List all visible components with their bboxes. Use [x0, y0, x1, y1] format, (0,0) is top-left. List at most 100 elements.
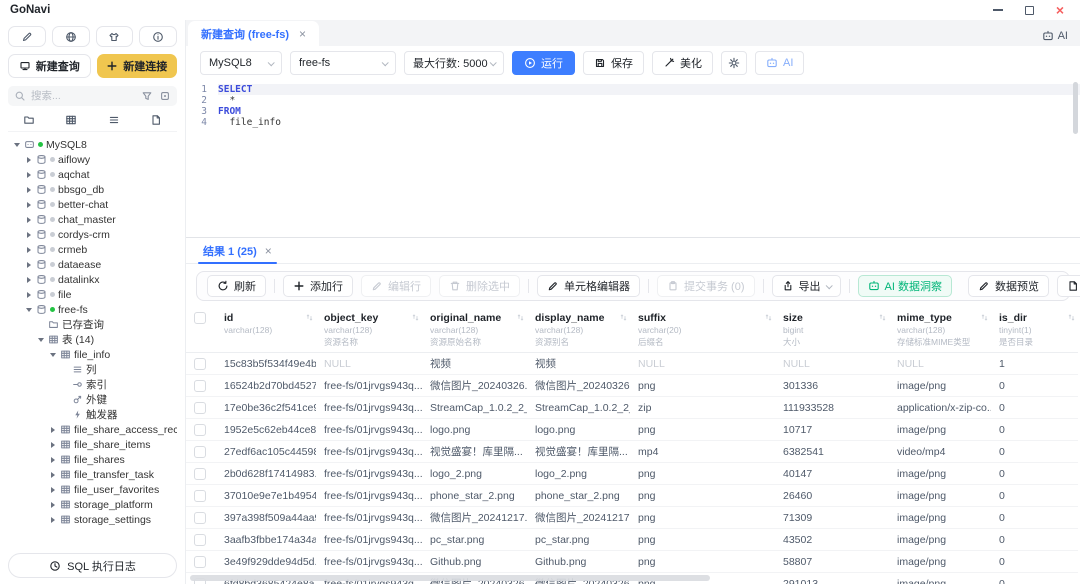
- ai-assist-button[interactable]: AI: [755, 51, 804, 75]
- chevron-right-icon[interactable]: [24, 230, 33, 239]
- minimize-icon[interactable]: [993, 9, 1003, 11]
- editor-scrollbar[interactable]: [1073, 82, 1078, 134]
- info-button[interactable]: [139, 26, 177, 47]
- tree-item-file_share_items[interactable]: file_share_items: [8, 437, 177, 452]
- row-checkbox[interactable]: [194, 446, 206, 458]
- chevron-right-icon[interactable]: [48, 470, 57, 479]
- tree-item-file_share_access_record[interactable]: file_share_access_record: [8, 422, 177, 437]
- connection-select[interactable]: MySQL8: [200, 51, 282, 75]
- theme-button[interactable]: [96, 26, 134, 47]
- sort-icon[interactable]: [1067, 313, 1076, 322]
- sort-icon[interactable]: [764, 313, 773, 322]
- column-header-mime_type[interactable]: mime_typevarchar(128)存储标准MIME类型: [889, 307, 991, 353]
- select-all-checkbox[interactable]: [194, 312, 206, 324]
- tree-item-file_transfer_task[interactable]: file_transfer_task: [8, 467, 177, 482]
- column-header-id[interactable]: idvarchar(128): [216, 307, 316, 353]
- tree-item-storage_settings[interactable]: storage_settings: [8, 512, 177, 525]
- tree-item-bbsgo_db[interactable]: bbsgo_db: [8, 182, 177, 197]
- editor-line[interactable]: 2 *: [186, 95, 1080, 106]
- editor-line[interactable]: 3FROM: [186, 106, 1080, 117]
- chevron-right-icon[interactable]: [24, 275, 33, 284]
- database-select[interactable]: free-fs: [290, 51, 396, 75]
- results-tab-close-icon[interactable]: ×: [265, 244, 272, 258]
- tree-item-dataease[interactable]: dataease: [8, 257, 177, 272]
- row-checkbox[interactable]: [194, 468, 206, 480]
- tree-item-cordys-crm[interactable]: cordys-crm: [8, 227, 177, 242]
- chevron-right-icon[interactable]: [48, 440, 57, 449]
- globe-button[interactable]: [52, 26, 90, 47]
- editor-line[interactable]: 4 file_info: [186, 117, 1080, 128]
- table-row[interactable]: 397a398f509a44aa9...free-fs/01jrvgs943q.…: [186, 507, 1078, 529]
- sort-icon[interactable]: [411, 313, 420, 322]
- sql-editor[interactable]: 1SELECT2 *3FROM4 file_info: [186, 80, 1080, 237]
- column-header-original_name[interactable]: original_namevarchar(128)资源原始名称: [422, 307, 527, 353]
- tree-item-[interactable]: 外键: [8, 392, 177, 407]
- sort-icon[interactable]: [516, 313, 525, 322]
- sort-icon[interactable]: [619, 313, 628, 322]
- tree-item-[interactable]: 触发器: [8, 407, 177, 422]
- chevron-down-icon[interactable]: [36, 335, 45, 344]
- delete-selected-button[interactable]: 删除选中: [439, 275, 520, 297]
- chevron-down-icon[interactable]: [24, 305, 33, 314]
- row-checkbox[interactable]: [194, 424, 206, 436]
- chevron-right-icon[interactable]: [24, 200, 33, 209]
- tree-item-[interactable]: 列: [8, 362, 177, 377]
- tree-item-better-chat[interactable]: better-chat: [8, 197, 177, 212]
- chevron-right-icon[interactable]: [24, 215, 33, 224]
- table-row[interactable]: 2b0d628f17414983...free-fs/01jrvgs943q..…: [186, 463, 1078, 485]
- row-checkbox[interactable]: [194, 490, 206, 502]
- filter-icon[interactable]: [141, 90, 153, 102]
- smart-filter-icon[interactable]: [159, 90, 171, 102]
- table-row[interactable]: 37010e9e7e1b4954...free-fs/01jrvgs943q..…: [186, 485, 1078, 507]
- column-header-size[interactable]: sizebigint大小: [775, 307, 889, 353]
- tree-item-[interactable]: 索引: [8, 377, 177, 392]
- run-button[interactable]: 运行: [512, 51, 575, 75]
- settings-button[interactable]: [721, 51, 747, 75]
- row-checkbox[interactable]: [194, 556, 206, 568]
- tree-item-crmeb[interactable]: crmeb: [8, 242, 177, 257]
- results-tab[interactable]: 结果 1 (25) ×: [200, 238, 275, 263]
- table-row[interactable]: 17e0be36c2f541ce9...free-fs/01jrvgs943q.…: [186, 397, 1078, 419]
- row-checkbox[interactable]: [194, 534, 206, 546]
- chevron-right-icon[interactable]: [48, 500, 57, 509]
- table-tab-icon[interactable]: [65, 114, 77, 126]
- column-header-is_dir[interactable]: is_dirtinyint(1)是否目录: [991, 307, 1078, 353]
- edit-row-button[interactable]: 编辑行: [361, 275, 431, 297]
- chevron-right-icon[interactable]: [48, 515, 57, 524]
- table-row[interactable]: 1952e5c62eb44ce8...free-fs/01jrvgs943q..…: [186, 419, 1078, 441]
- tree-item-chat_master[interactable]: chat_master: [8, 212, 177, 227]
- pen-button[interactable]: [8, 26, 46, 47]
- field-info-button[interactable]: 字段信息: [1057, 275, 1080, 297]
- column-header-suffix[interactable]: suffixvarchar(20)后缀名: [630, 307, 775, 353]
- max-rows-select[interactable]: 最大行数: 5000: [404, 51, 504, 75]
- search-input[interactable]: [31, 90, 136, 102]
- chevron-right-icon[interactable]: [24, 155, 33, 164]
- column-header-object_key[interactable]: object_keyvarchar(128)资源名称: [316, 307, 422, 353]
- new-connection-button[interactable]: 新建连接: [97, 54, 178, 78]
- commit-button[interactable]: 提交事务 (0): [657, 275, 755, 297]
- row-checkbox[interactable]: [194, 512, 206, 524]
- table-row[interactable]: 15c83b5f534f49e4b...NULL视频视频NULLNULLNULL…: [186, 353, 1078, 375]
- chevron-right-icon[interactable]: [24, 290, 33, 299]
- horizontal-scrollbar[interactable]: [190, 575, 710, 581]
- editor-line[interactable]: 1SELECT: [186, 84, 1080, 95]
- row-checkbox[interactable]: [194, 402, 206, 414]
- chevron-down-icon[interactable]: [48, 350, 57, 359]
- tree-item-aiflowy[interactable]: aiflowy: [8, 152, 177, 167]
- tree-item-14[interactable]: 表 (14): [8, 332, 177, 347]
- chevron-right-icon[interactable]: [48, 425, 57, 434]
- sort-icon[interactable]: [980, 313, 989, 322]
- ai-insight-button[interactable]: AI 数据洞察: [858, 275, 952, 297]
- add-row-button[interactable]: 添加行: [283, 275, 353, 297]
- chevron-right-icon[interactable]: [48, 455, 57, 464]
- tree-item-file_user_favorites[interactable]: file_user_favorites: [8, 482, 177, 497]
- close-icon[interactable]: ×: [1056, 5, 1064, 15]
- tree-item-datalinkx[interactable]: datalinkx: [8, 272, 177, 287]
- new-query-button[interactable]: 新建查询: [8, 54, 91, 78]
- save-button[interactable]: 保存: [583, 51, 644, 75]
- table-row[interactable]: 3aafb3fbbe174a34a...free-fs/01jrvgs943q.…: [186, 529, 1078, 551]
- chevron-right-icon[interactable]: [24, 260, 33, 269]
- tree-item-file[interactable]: file: [8, 287, 177, 302]
- chevron-right-icon[interactable]: [24, 245, 33, 254]
- folder-tab-icon[interactable]: [23, 114, 35, 126]
